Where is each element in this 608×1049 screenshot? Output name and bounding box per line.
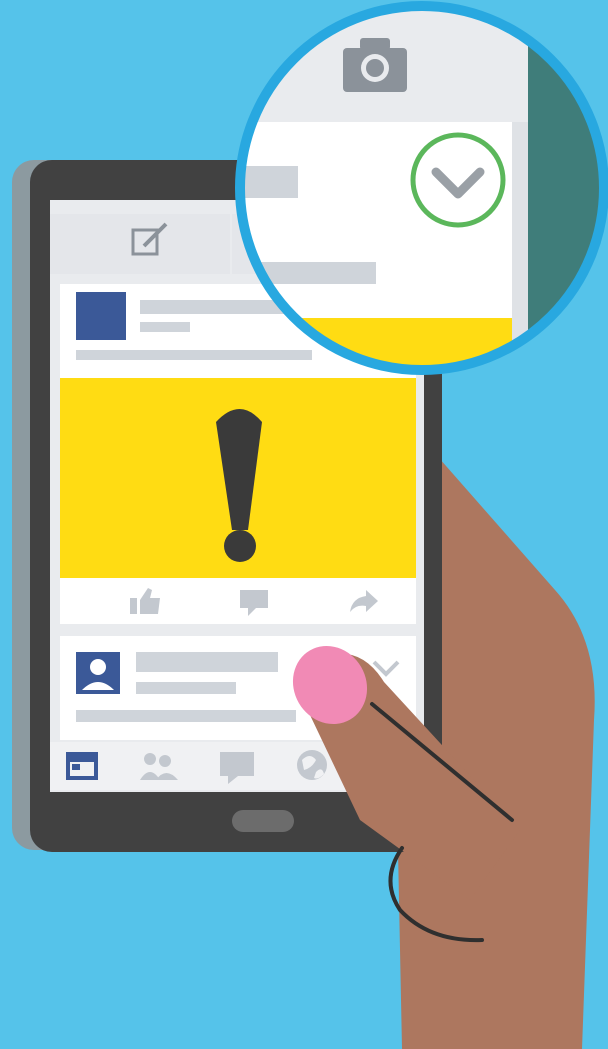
phone-illustration bbox=[0, 0, 608, 1049]
news-feed-icon[interactable] bbox=[66, 752, 98, 780]
text-placeholder bbox=[76, 350, 312, 360]
time-placeholder bbox=[136, 682, 236, 694]
profile-icon bbox=[76, 652, 120, 694]
globe-icon[interactable] bbox=[297, 750, 327, 780]
chevron-down-icon[interactable] bbox=[410, 132, 506, 228]
text-placeholder bbox=[76, 710, 296, 722]
zoomed-scroll-edge bbox=[512, 122, 528, 362]
avatar bbox=[76, 292, 126, 340]
name-placeholder bbox=[140, 300, 290, 314]
time-placeholder bbox=[140, 322, 190, 332]
home-button[interactable] bbox=[232, 810, 294, 832]
illustration bbox=[0, 0, 608, 1049]
zoomed-text-placeholder bbox=[258, 262, 376, 284]
composer-tab[interactable] bbox=[50, 214, 230, 274]
name-placeholder bbox=[136, 652, 278, 672]
